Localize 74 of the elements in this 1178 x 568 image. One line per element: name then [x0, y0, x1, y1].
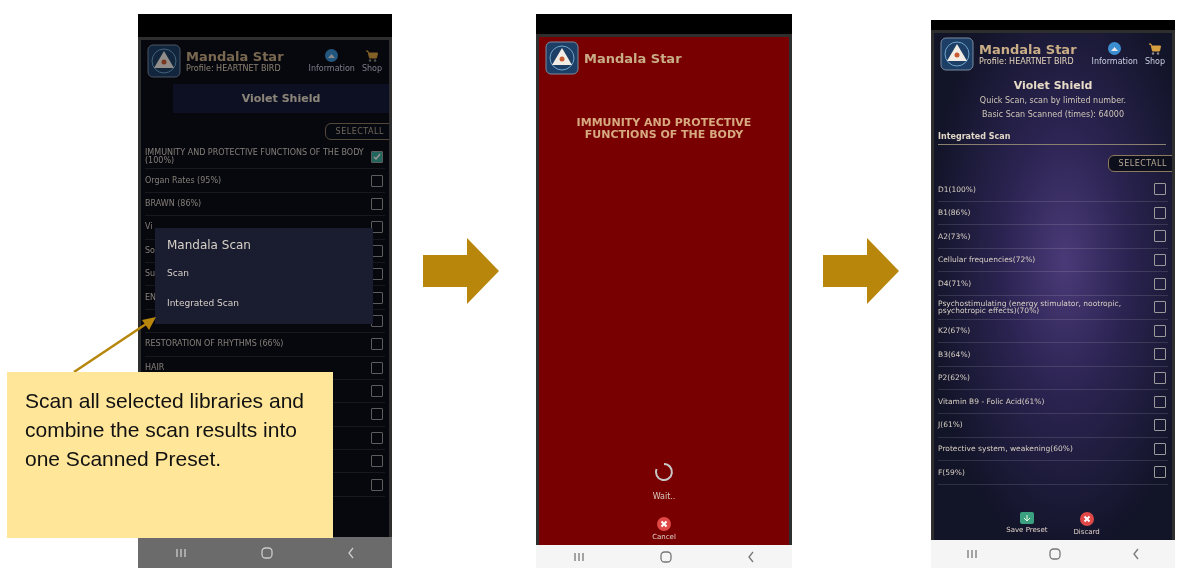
cart-icon [365, 49, 379, 62]
right-arrow-icon [423, 238, 499, 304]
information-button[interactable]: Information [1090, 42, 1139, 66]
library-name: EN [145, 293, 157, 302]
home-icon[interactable] [660, 550, 672, 563]
app-title: Mandala Star [584, 50, 683, 66]
close-icon [1079, 512, 1094, 526]
checkbox[interactable] [1154, 372, 1166, 385]
status-text: Wait.. [651, 492, 677, 501]
checkbox[interactable] [371, 385, 383, 398]
preset-title: Violet Shield [173, 84, 389, 113]
select-all-button[interactable]: SELECTALL [1107, 155, 1172, 172]
checkbox[interactable] [1154, 442, 1166, 455]
checkbox[interactable] [1154, 324, 1166, 337]
checkbox[interactable] [1154, 419, 1166, 432]
checkbox[interactable] [1154, 466, 1166, 479]
app-logo-icon [545, 41, 579, 75]
checkbox[interactable] [1154, 395, 1166, 408]
checkbox[interactable] [371, 338, 383, 351]
checkbox[interactable] [371, 197, 383, 210]
shop-button[interactable]: Shop [360, 49, 383, 73]
checkbox[interactable] [371, 478, 383, 491]
app-logo-icon [147, 44, 181, 78]
checkbox[interactable] [371, 455, 383, 468]
back-icon[interactable] [347, 546, 355, 559]
back-icon[interactable] [1131, 548, 1140, 560]
information-button[interactable]: Information [307, 49, 356, 73]
app-logo-icon [940, 37, 974, 71]
select-all-button[interactable]: SELECTALL [324, 123, 389, 140]
app-title: Mandala Star [979, 42, 1078, 57]
app-title: Mandala Star [186, 49, 285, 64]
checkbox[interactable] [371, 431, 383, 444]
checkbox[interactable] [1154, 183, 1166, 196]
profile-name: Profile: HEARTNET BIRD [979, 57, 1075, 66]
library-name: Su [145, 270, 156, 279]
library-name: RESTORATION OF RHYTHMS (66%) [145, 340, 284, 349]
checkbox[interactable] [371, 174, 383, 187]
checkbox[interactable] [1154, 277, 1166, 290]
library-name: BRAWN (86%) [145, 199, 202, 208]
section-title: Integrated Scan [938, 132, 1166, 145]
recent-apps-icon[interactable] [175, 547, 187, 558]
home-icon[interactable] [1049, 548, 1061, 560]
dialog-option[interactable]: Scan [167, 268, 361, 278]
scan-info-text: Quick Scan, scan by limited number. [978, 95, 1128, 107]
callout-text: Scan all selected libraries and combine the scan results into one Scanned Preset. [7, 372, 333, 538]
checkbox[interactable] [1154, 206, 1166, 219]
checkbox[interactable] [1154, 230, 1166, 243]
cart-icon [1148, 42, 1162, 55]
save-icon [1019, 512, 1034, 524]
checkbox[interactable] [371, 361, 383, 374]
checkbox[interactable] [1154, 348, 1166, 361]
checkbox[interactable] [371, 408, 383, 421]
preset-title: Violet Shield [1012, 78, 1094, 94]
loading-spinner-icon [654, 462, 674, 482]
scan-info-text: Basic Scan Scanned (times): 64000 [981, 109, 1125, 121]
library-name: IMMUNITY AND PROTECTIVE FUNCTIONS OF THE BODY (100%) [145, 149, 365, 166]
scan-heading: IMMUNITY AND PROTECTIVE FUNCTIONS OF THE BODY [575, 117, 753, 141]
library-name: HAIR [145, 363, 165, 372]
right-arrow-icon [823, 238, 899, 304]
library-name: Organ Rates (95%) [145, 176, 222, 185]
checkbox[interactable] [1154, 254, 1166, 267]
close-icon [657, 517, 671, 531]
shop-button[interactable]: Shop [1143, 42, 1166, 66]
home-icon[interactable] [261, 546, 273, 559]
recent-apps-icon[interactable] [573, 551, 586, 562]
checkbox[interactable] [1154, 301, 1166, 314]
profile-name: Profile: HEARTNET BIRD [186, 64, 282, 73]
recent-apps-icon[interactable] [966, 549, 979, 559]
dialog-title: Mandala Scan [167, 238, 252, 252]
library-name: Vi [145, 223, 153, 232]
library-name: So [145, 246, 155, 255]
checkbox[interactable] [371, 151, 383, 164]
back-icon[interactable] [746, 550, 755, 563]
dialog-option[interactable]: Integrated Scan [167, 298, 361, 308]
